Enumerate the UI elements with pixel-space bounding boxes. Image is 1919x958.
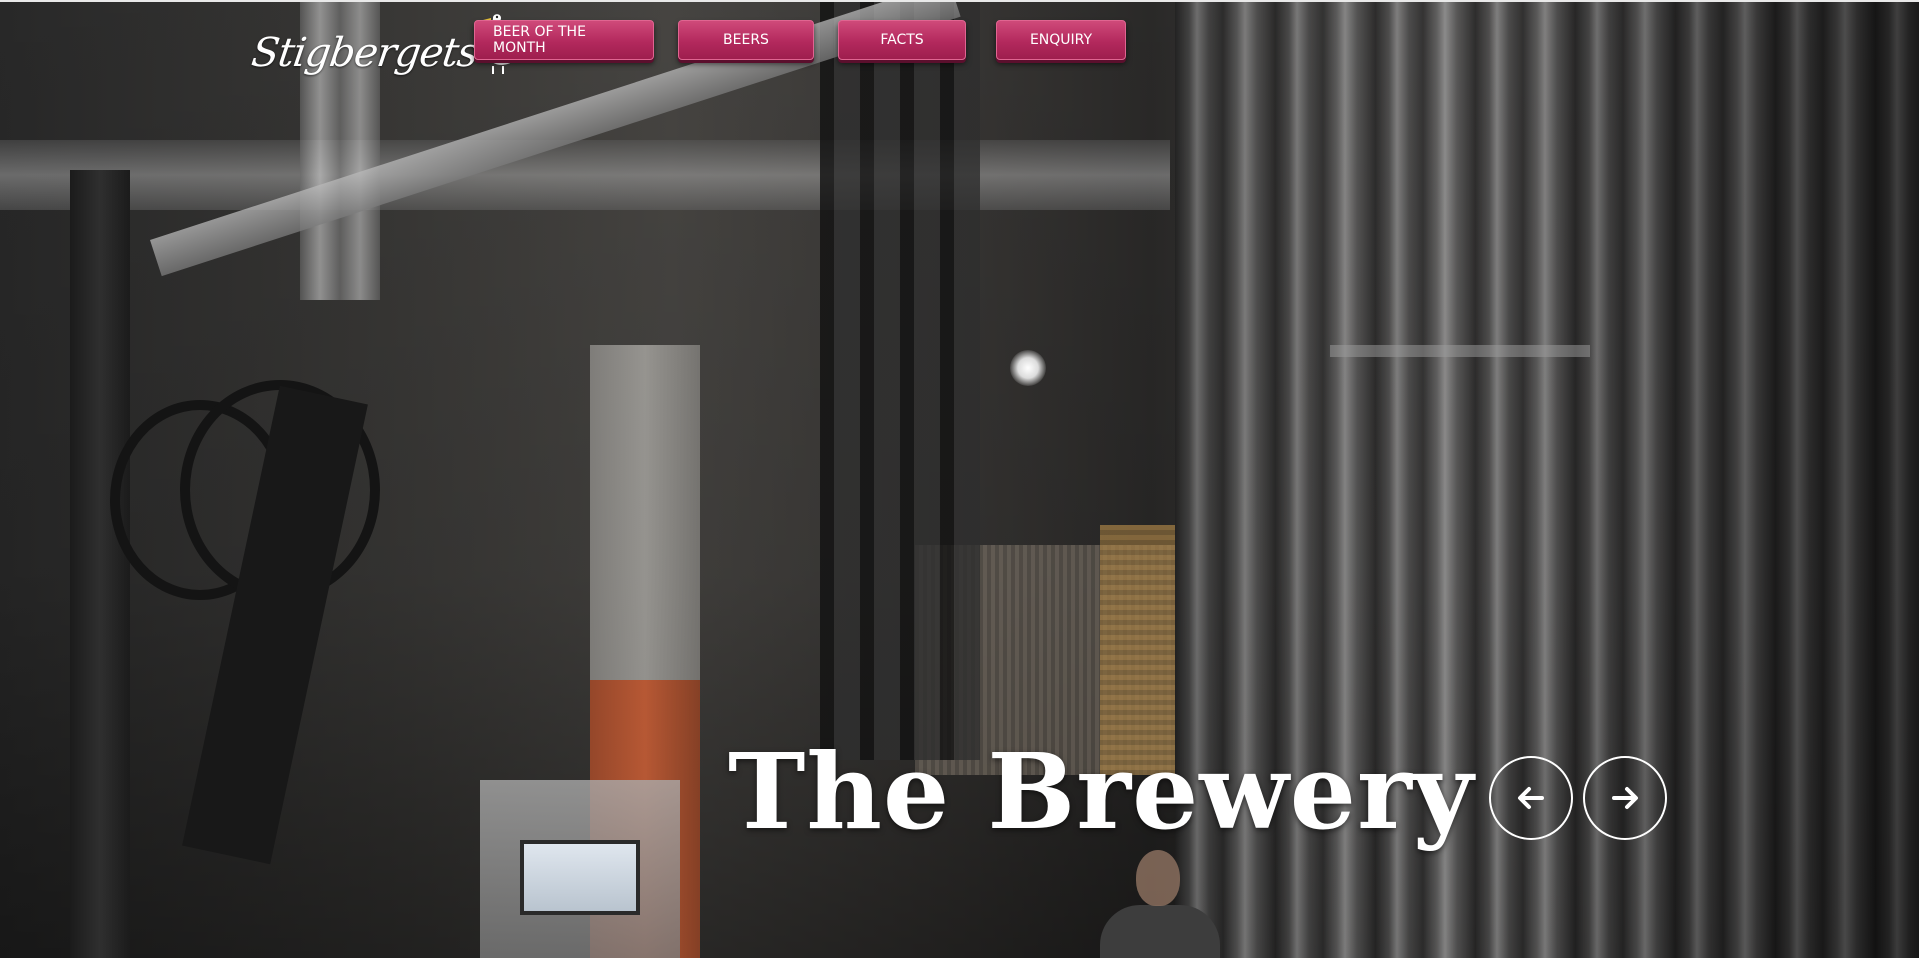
- nav-facts-button[interactable]: FACTS: [838, 20, 966, 60]
- nav-beers-button[interactable]: BEERS: [678, 20, 814, 60]
- hero-title: The Brewery: [728, 730, 1475, 853]
- logo-text: Stigbergets: [248, 30, 481, 76]
- arrow-right-icon: [1612, 787, 1638, 809]
- top-border: [0, 0, 1919, 2]
- carousel-next-button[interactable]: [1583, 756, 1667, 840]
- nav-enquiry-button[interactable]: ENQUIRY: [996, 20, 1126, 60]
- carousel-prev-button[interactable]: [1489, 756, 1573, 840]
- hero-duct: [0, 140, 1170, 210]
- hero-forklift-mast: [820, 0, 980, 760]
- hero-control-screen: [520, 840, 640, 915]
- hero-person-head: [1136, 850, 1180, 906]
- nav-beer-of-the-month-button[interactable]: BEER OF THE MONTH: [474, 20, 654, 60]
- hero-column: [70, 170, 130, 958]
- main-nav: BEER OF THE MONTH BEERS FACTS ENQUIRY: [474, 20, 1126, 60]
- hero-light: [1010, 350, 1046, 386]
- arrow-left-icon: [1518, 787, 1544, 809]
- hero-person-body: [1100, 905, 1220, 958]
- hero-tank-ring: [1330, 345, 1590, 357]
